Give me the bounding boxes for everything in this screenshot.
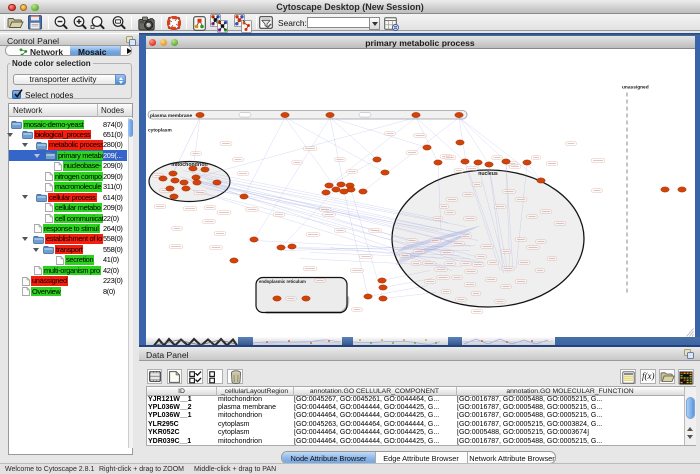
svg-text:unassigned: unassigned (622, 84, 649, 90)
svg-text:nucleus: nucleus (478, 171, 498, 177)
svg-text:cytoplasm: cytoplasm (148, 127, 172, 133)
svg-text:endoplasmic reticulum: endoplasmic reticulum (259, 279, 306, 284)
svg-text:plasma membrane: plasma membrane (150, 113, 192, 119)
